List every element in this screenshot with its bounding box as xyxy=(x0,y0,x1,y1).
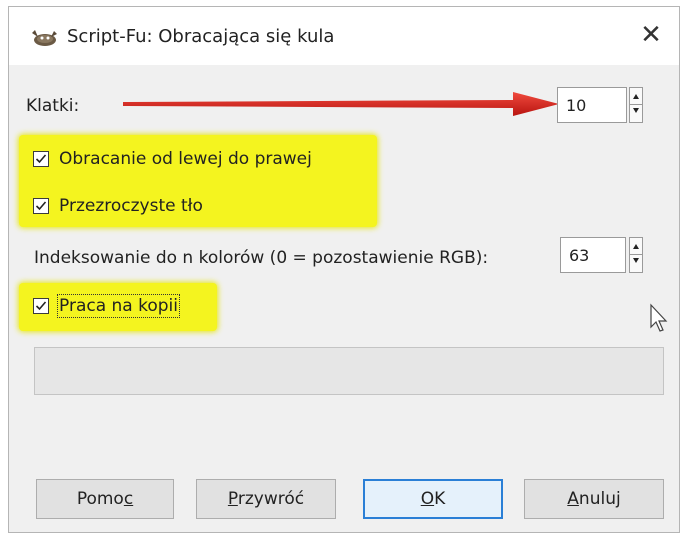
button-label: rzywróć xyxy=(237,489,305,509)
window-title: Script-Fu: Obracająca się kula xyxy=(67,26,335,47)
progress-bar xyxy=(34,347,664,395)
checkbox-box[interactable] xyxy=(33,198,49,214)
cancel-button[interactable]: Anuluj xyxy=(524,479,664,519)
checkbox-label: Przezroczyste tło xyxy=(59,196,203,216)
mnemonic-char: A xyxy=(567,489,579,509)
button-label: K xyxy=(434,489,446,509)
help-button[interactable]: Pomoc xyxy=(36,479,174,519)
indexing-input[interactable] xyxy=(561,238,621,272)
checkmark-icon xyxy=(35,301,47,311)
indexing-stepper[interactable] xyxy=(629,237,643,273)
chevron-down-icon xyxy=(633,258,639,263)
button-label: nuluj xyxy=(578,489,621,509)
frames-stepper[interactable] xyxy=(629,87,643,123)
gimp-wilber-icon xyxy=(32,30,57,46)
checkmark-icon xyxy=(35,201,47,211)
mouse-pointer-icon xyxy=(650,303,668,332)
work-on-copy-checkbox[interactable]: Praca na kopii xyxy=(33,294,180,318)
frames-label: Klatki: xyxy=(26,96,80,116)
rotate-left-to-right-checkbox[interactable]: Obracanie od lewej do prawej xyxy=(33,149,312,169)
mnemonic-char: P xyxy=(227,489,238,509)
checkmark-icon xyxy=(35,154,47,164)
dialog-window: Script-Fu: Obracająca się kula ✕ Klatki:… xyxy=(8,6,680,533)
ok-button[interactable]: OK xyxy=(363,479,503,519)
reset-button[interactable]: Przywróć xyxy=(196,479,336,519)
frames-increment-button[interactable] xyxy=(630,88,642,105)
indexing-decrement-button[interactable] xyxy=(630,255,642,272)
close-icon[interactable]: ✕ xyxy=(633,17,669,53)
title-bar: Script-Fu: Obracająca się kula ✕ xyxy=(9,7,679,65)
chevron-up-icon xyxy=(633,94,639,99)
checkbox-box[interactable] xyxy=(33,298,49,314)
chevron-down-icon xyxy=(633,108,639,113)
transparent-background-checkbox[interactable]: Przezroczyste tło xyxy=(33,196,203,216)
chevron-up-icon xyxy=(633,244,639,249)
checkbox-box[interactable] xyxy=(33,151,49,167)
frames-decrement-button[interactable] xyxy=(630,105,642,122)
button-label: Pomo xyxy=(76,489,124,509)
mnemonic-char: c xyxy=(123,489,134,509)
mnemonic-char: O xyxy=(420,489,435,509)
checkbox-label: Obracanie od lewej do prawej xyxy=(59,149,312,169)
red-arrow-icon xyxy=(123,92,559,116)
indexing-increment-button[interactable] xyxy=(630,238,642,255)
checkbox-label: Praca na kopii xyxy=(57,294,180,318)
indexing-label: Indeksowanie do n kolorów (0 = pozostawi… xyxy=(34,248,489,268)
frames-input[interactable] xyxy=(558,88,618,122)
frames-spinbox xyxy=(557,87,627,123)
indexing-spinbox xyxy=(560,237,626,273)
